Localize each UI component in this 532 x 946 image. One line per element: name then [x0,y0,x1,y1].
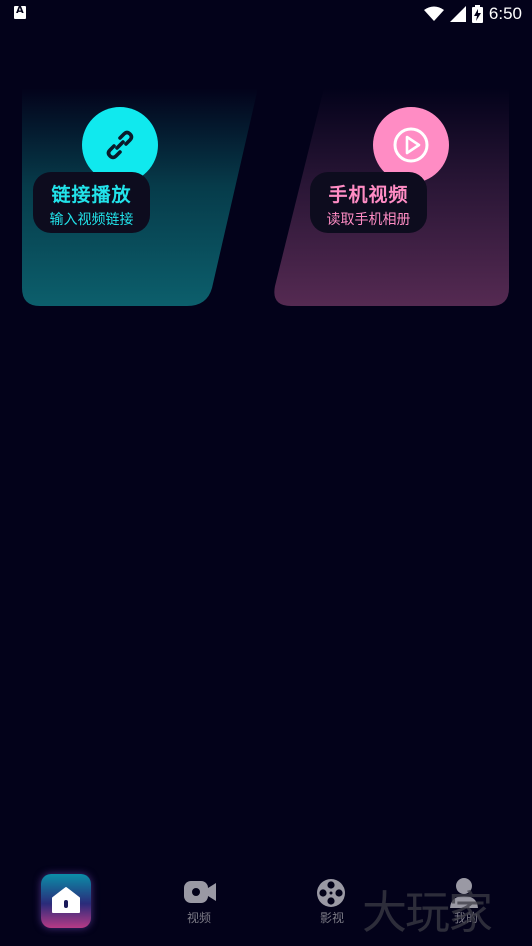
nav-label-movies: 影视 [319,911,344,925]
link-play-title: 链接播放 [51,184,132,206]
nav-item-video[interactable]: 视频 [159,865,239,935]
home-icon [51,885,81,915]
nav-item-home[interactable] [26,865,106,935]
status-icons: 6:50 [423,3,522,25]
signal-icon [449,6,466,22]
status-time: 6:50 [488,4,522,23]
wifi-icon [423,6,444,21]
nav-item-movies[interactable]: 影视 [292,865,372,935]
phone-video-title: 手机视频 [328,184,409,206]
phone-video-label: 手机视频 读取手机相册 [310,172,427,233]
nav-label-video: 视频 [186,911,211,925]
watermark: 大玩家 [362,886,493,939]
link-play-label: 链接播放 输入视频链接 [33,172,150,233]
link-play-subtitle: 输入视频链接 [49,212,134,228]
film-reel-icon [316,878,348,908]
battery-charging-icon [471,5,483,23]
status-bar: A 6:50 [0,0,532,28]
a-box-icon: A [14,5,26,19]
video-camera-icon [183,878,217,906]
phone-video-subtitle: 读取手机相册 [326,212,411,228]
phone-video-card[interactable]: 手机视频 读取手机相册 [266,88,512,306]
link-play-card[interactable]: 链接播放 输入视频链接 [22,88,268,306]
